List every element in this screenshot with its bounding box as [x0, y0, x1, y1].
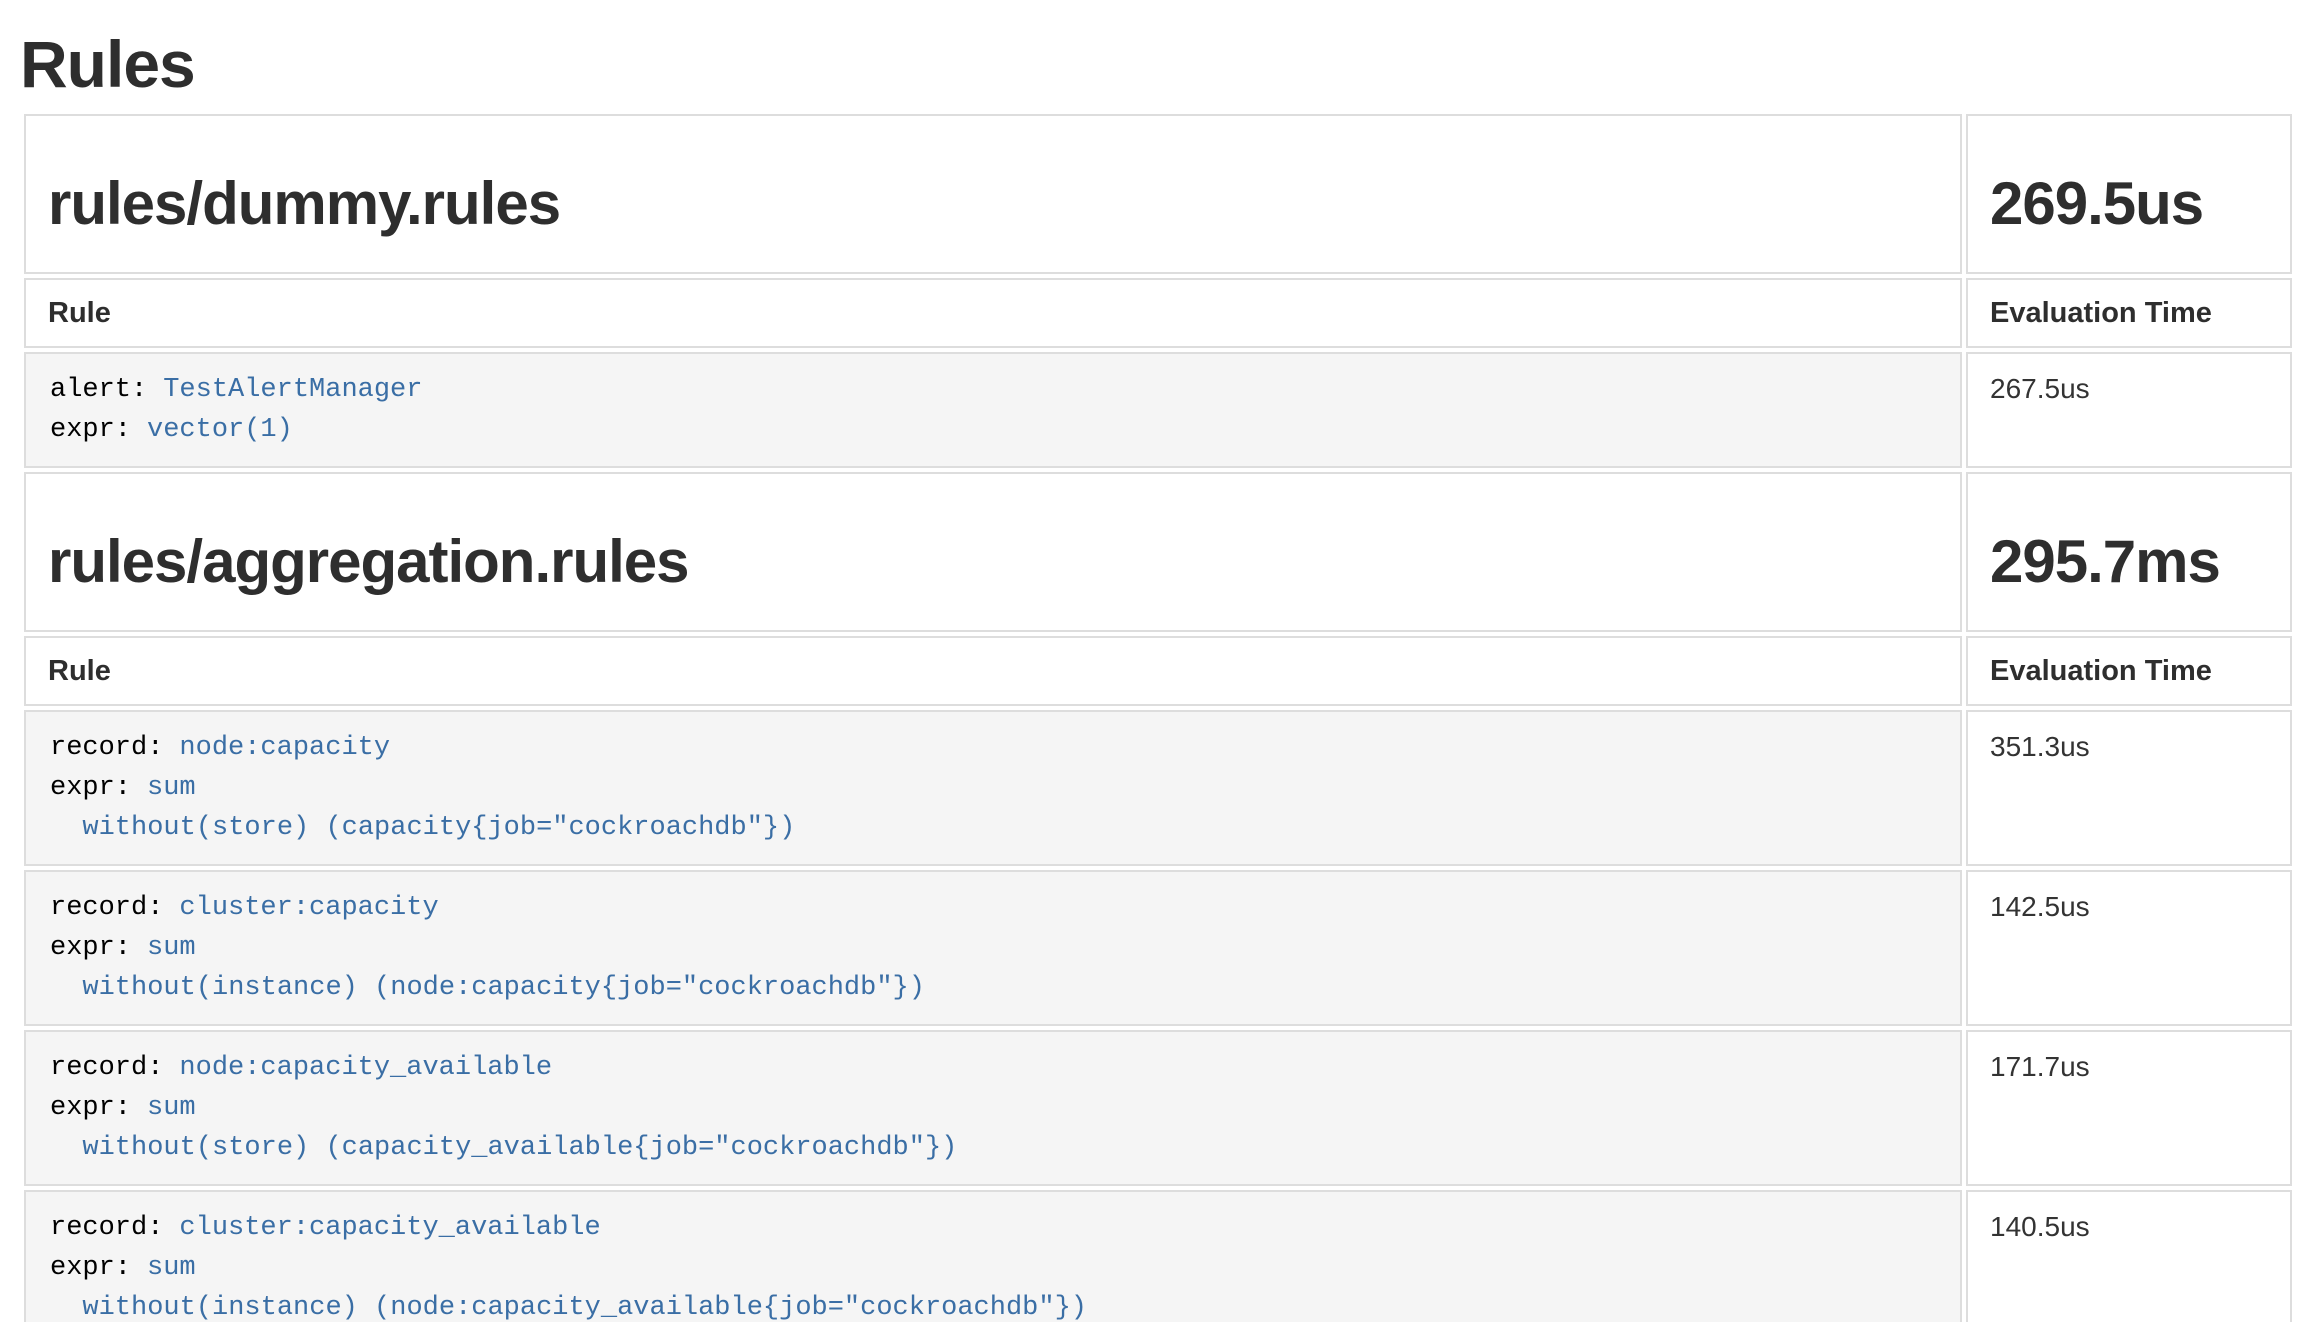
rule-group-file-name: rules/dummy.rules [48, 170, 1938, 238]
rule-name-link[interactable]: node:capacity [179, 733, 390, 763]
rule-evaluation-time: 267.5us [1966, 352, 2292, 468]
rule-expr-link[interactable]: sum without(instance) (node:capacity_ava… [50, 1253, 1087, 1322]
rule-group-evaluation-time: 295.7ms [1990, 528, 2268, 596]
rule-keyword: expr: [50, 415, 131, 445]
rule-row: record: node:capacity expr:sum without(st… [24, 710, 2292, 866]
evaluation-time-column-header: Evaluation Time [1966, 636, 2292, 706]
rule-definition-cell: record: cluster:capacity_available expr:s… [24, 1190, 1962, 1322]
rule-row: record: node:capacity_available expr:sum … [24, 1030, 2292, 1186]
rule-definition-cell: alert: TestAlertManager expr: vector(1) [24, 352, 1962, 468]
rule-row: record: cluster:capacity expr:sum without… [24, 870, 2292, 1026]
rule-evaluation-time: 142.5us [1966, 870, 2292, 1026]
rule-expr-link[interactable]: sum without(store) (capacity_available{j… [50, 1093, 957, 1163]
rule-group-header-row: rules/dummy.rules 269.5us [24, 114, 2292, 274]
rule-group-header-row: rules/aggregation.rules 295.7ms [24, 472, 2292, 632]
rule-row: record: cluster:capacity_available expr:s… [24, 1190, 2292, 1322]
rule-group-time-cell: 269.5us [1966, 114, 2292, 274]
rule-definition-cell: record: cluster:capacity expr:sum without… [24, 870, 1962, 1026]
rule-line: record: node:capacity [50, 728, 1936, 768]
rule-group-file-cell: rules/aggregation.rules [24, 472, 1962, 632]
rule-group-file-name: rules/aggregation.rules [48, 528, 1938, 596]
rule-keyword: alert: [50, 375, 147, 405]
rule-line: alert: TestAlertManager [50, 370, 1936, 410]
rule-line: record: node:capacity_available [50, 1048, 1936, 1088]
column-header-row: Rule Evaluation Time [24, 636, 2292, 706]
rule-line: record: cluster:capacity_available [50, 1208, 1936, 1248]
rule-keyword: expr: [50, 773, 131, 803]
rule-evaluation-time: 171.7us [1966, 1030, 2292, 1186]
rule-keyword: record: [50, 1053, 163, 1083]
rule-definition-cell: record: node:capacity expr:sum without(st… [24, 710, 1962, 866]
column-header-row: Rule Evaluation Time [24, 278, 2292, 348]
rule-keyword: expr: [50, 1253, 131, 1283]
rule-row: alert: TestAlertManager expr: vector(1) 26… [24, 352, 2292, 468]
rule-line: expr: vector(1) [50, 410, 1936, 450]
rule-name-link[interactable]: node:capacity_available [179, 1053, 552, 1083]
rule-column-header: Rule [24, 636, 1962, 706]
rule-keyword: expr: [50, 1093, 131, 1123]
rule-line: expr:sum without(instance) (node:capacit… [50, 928, 1936, 1008]
rule-expr-link[interactable]: vector(1) [147, 415, 293, 445]
rule-line: expr:sum without(instance) (node:capacit… [50, 1248, 1936, 1322]
rule-name-link[interactable]: TestAlertManager [163, 375, 422, 405]
rule-column-header: Rule [24, 278, 1962, 348]
evaluation-time-column-header: Evaluation Time [1966, 278, 2292, 348]
rule-evaluation-time: 140.5us [1966, 1190, 2292, 1322]
rule-expr-link[interactable]: sum without(instance) (node:capacity{job… [50, 933, 925, 1003]
rule-expr-link[interactable]: sum without(store) (capacity{job="cockro… [50, 773, 795, 843]
rule-group-evaluation-time: 269.5us [1990, 170, 2268, 238]
rule-line: expr:sum without(store) (capacity_availa… [50, 1088, 1936, 1168]
rule-group-file-cell: rules/dummy.rules [24, 114, 1962, 274]
rule-evaluation-time: 351.3us [1966, 710, 2292, 866]
rule-line: expr:sum without(store) (capacity{job="c… [50, 768, 1936, 848]
rules-table: rules/dummy.rules 269.5us Rule Evaluatio… [20, 110, 2296, 1322]
rule-line: record: cluster:capacity [50, 888, 1936, 928]
rule-name-link[interactable]: cluster:capacity_available [179, 1213, 600, 1243]
rule-group-time-cell: 295.7ms [1966, 472, 2292, 632]
rules-page: Rules rules/dummy.rules 269.5us Rule Eva… [0, 26, 2316, 1322]
rule-keyword: expr: [50, 933, 131, 963]
rule-name-link[interactable]: cluster:capacity [179, 893, 438, 923]
rule-definition-cell: record: node:capacity_available expr:sum … [24, 1030, 1962, 1186]
page-title: Rules [20, 26, 2296, 102]
rule-keyword: record: [50, 893, 163, 923]
rule-keyword: record: [50, 733, 163, 763]
rule-keyword: record: [50, 1213, 163, 1243]
